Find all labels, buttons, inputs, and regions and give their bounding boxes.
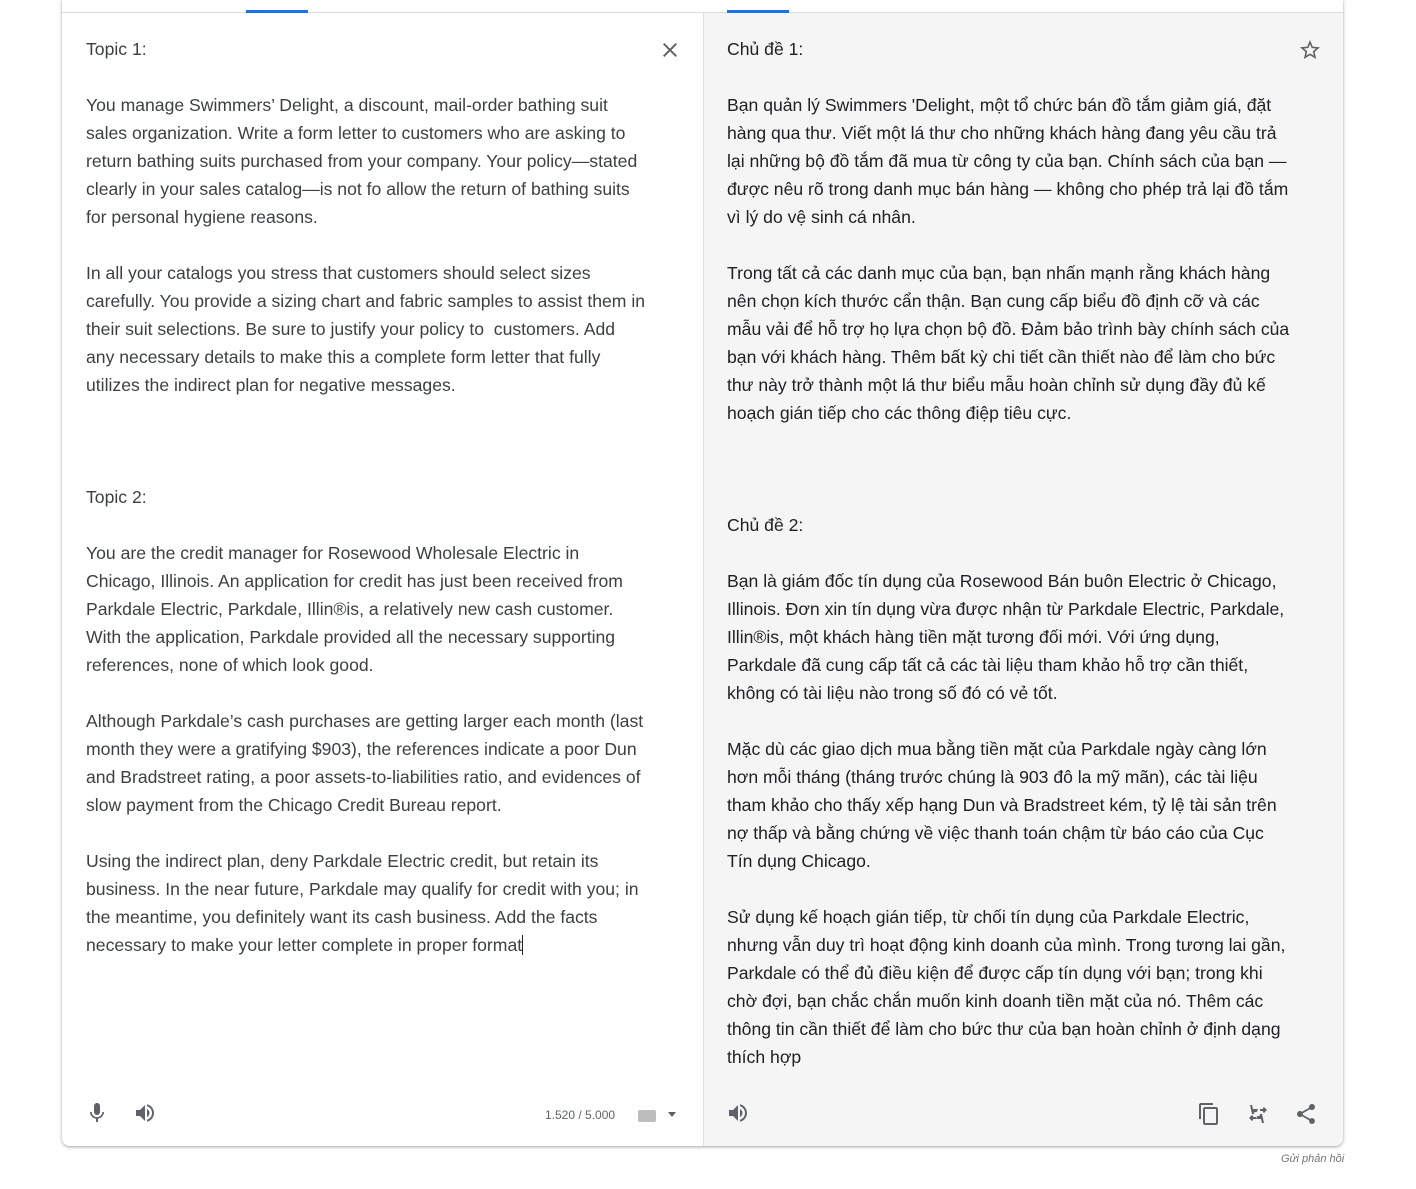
source-pane: Topic 1: You manage Swimmers’ Delight, a… <box>62 13 703 1146</box>
send-feedback-link[interactable]: Gửi phản hồi <box>1281 1153 1344 1165</box>
character-counter: 1.520 / 5.000 <box>545 1108 616 1122</box>
voice-input-button[interactable] <box>77 1093 117 1133</box>
rate-translation-icon <box>1249 1105 1267 1123</box>
source-text-input[interactable]: Topic 1: You manage Swimmers’ Delight, a… <box>86 35 646 959</box>
target-pane: Chủ đề 1: Bạn quản lý Swimmers 'Delight,… <box>703 13 1343 1146</box>
translate-card: Topic 1: You manage Swimmers’ Delight, a… <box>62 0 1343 1146</box>
copy-translation-button[interactable] <box>1189 1094 1229 1134</box>
share-translation-button[interactable] <box>1286 1094 1326 1134</box>
keyboard-icon[interactable] <box>638 1110 656 1122</box>
volume-icon <box>729 1104 747 1122</box>
clear-source-button[interactable] <box>650 30 690 70</box>
listen-source-button[interactable] <box>125 1093 165 1133</box>
star-icon <box>1300 40 1320 59</box>
copy-icon <box>1199 1103 1218 1125</box>
listen-translation-button[interactable] <box>718 1093 758 1133</box>
close-icon <box>663 43 677 57</box>
save-translation-button[interactable] <box>1290 30 1330 70</box>
mic-icon <box>90 1103 104 1122</box>
share-icon <box>1297 1104 1315 1124</box>
volume-icon <box>136 1104 154 1122</box>
chevron-down-icon[interactable] <box>668 1112 676 1117</box>
translation-output: Chủ đề 1: Bạn quản lý Swimmers 'Delight,… <box>727 39 1290 1067</box>
rate-translation-button[interactable] <box>1238 1094 1278 1134</box>
text-cursor <box>522 935 524 955</box>
